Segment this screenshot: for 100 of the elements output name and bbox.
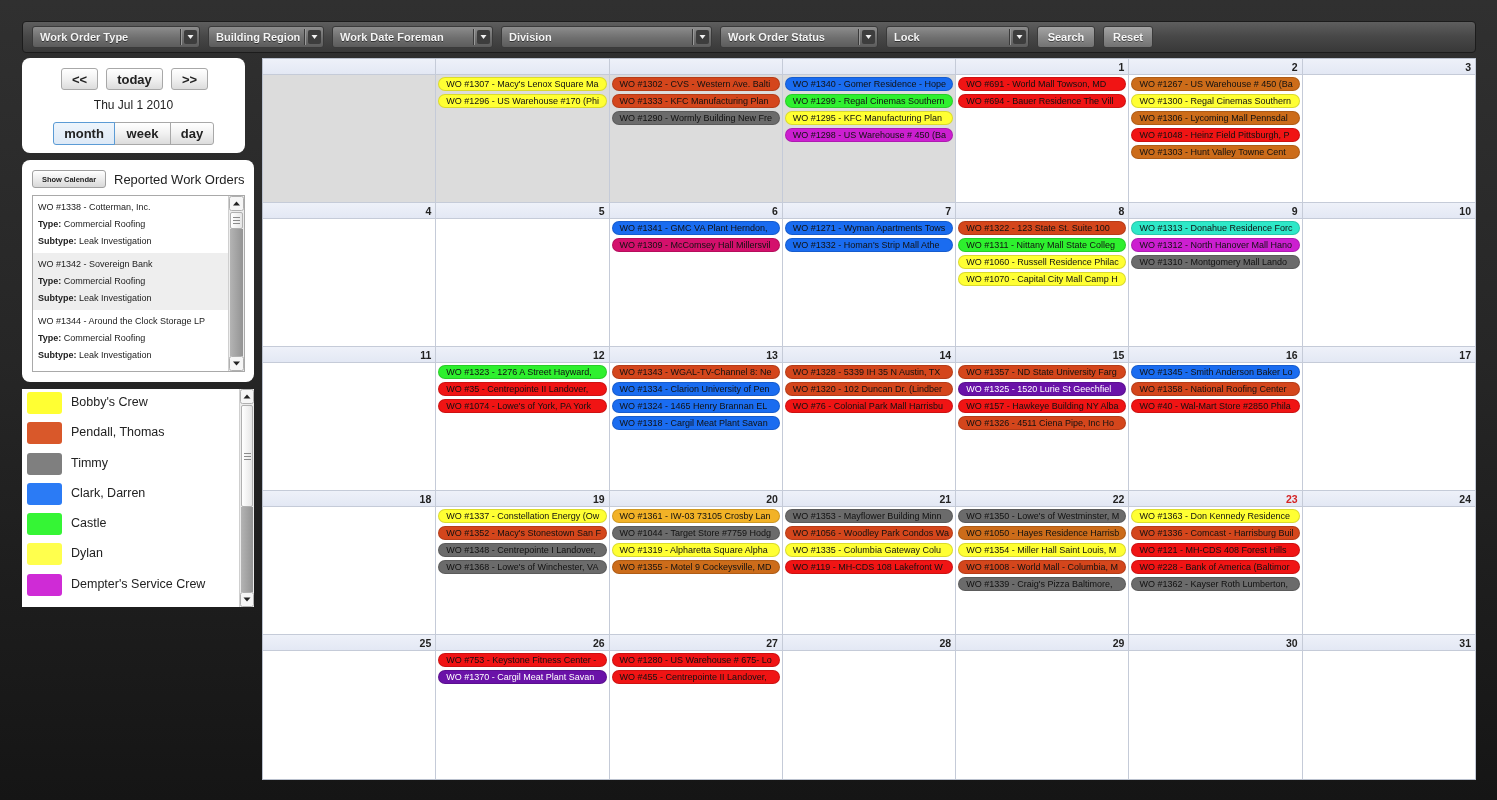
- calendar-event[interactable]: WO #753 - Keystone Fitness Center -: [438, 653, 607, 667]
- calendar-event[interactable]: WO #1312 - North Hanover Mall Hano: [1131, 238, 1300, 252]
- calendar-event[interactable]: WO #1060 - Russell Residence Philac: [958, 255, 1127, 269]
- today-button[interactable]: today: [106, 68, 163, 90]
- calendar-event[interactable]: WO #1324 - 1465 Henry Brannan EL: [611, 399, 780, 413]
- calendar-event[interactable]: WO #1280 - US Warehouse # 675- Lo: [611, 653, 780, 667]
- calendar-event[interactable]: WO #1333 - KFC Manufacturing Plan: [611, 94, 780, 108]
- calendar-event[interactable]: WO #694 - Bauer Residence The Vill: [958, 94, 1127, 108]
- caret-down-icon: [180, 29, 197, 45]
- calendar-event[interactable]: WO #1074 - Lowe's of York, PA York: [438, 399, 607, 413]
- filter-dropdown[interactable]: Work Date Foreman: [332, 26, 493, 48]
- calendar-event[interactable]: WO #691 - World Mall Towson, MD: [958, 77, 1127, 91]
- view-tab[interactable]: month: [53, 122, 115, 145]
- calendar-event[interactable]: WO #1056 - Woodley Park Condos Wa: [784, 526, 954, 540]
- calendar-event[interactable]: WO #1341 - GMC VA Plant Herndon,: [611, 221, 780, 235]
- calendar-event[interactable]: WO #1050 - Hayes Residence Harrisb: [958, 526, 1127, 540]
- scrollbar-thumb[interactable]: [230, 212, 243, 229]
- calendar-event[interactable]: WO #1300 - Regal Cinemas Southern: [1131, 94, 1300, 108]
- calendar-event[interactable]: WO #1363 - Don Kennedy Residence: [1131, 509, 1300, 523]
- calendar-event[interactable]: WO #1044 - Target Store #7759 Hodg: [611, 526, 780, 540]
- calendar-event[interactable]: WO #1320 - 102 Duncan Dr. (Lindber: [784, 382, 954, 396]
- caret-down-icon: [1009, 29, 1026, 45]
- next-button[interactable]: >>: [171, 68, 208, 90]
- date-number: 16: [1286, 348, 1298, 361]
- calendar-event[interactable]: WO #1309 - McComsey Hall Millersvil: [611, 238, 780, 252]
- view-tab[interactable]: week: [114, 122, 171, 145]
- calendar-event[interactable]: WO #1267 - US Warehouse # 450 (Ba: [1131, 77, 1300, 91]
- calendar-event[interactable]: WO #1332 - Homan's Strip Mall Athe: [784, 238, 954, 252]
- calendar-event[interactable]: WO #1368 - Lowe's of Winchester, VA: [438, 560, 607, 574]
- calendar-event[interactable]: WO #1339 - Craig's Pizza Baltimore,: [958, 577, 1127, 591]
- calendar-event[interactable]: WO #119 - MH-CDS 108 Lakefront W: [784, 560, 954, 574]
- scrollbar[interactable]: [228, 196, 244, 371]
- calendar-event[interactable]: WO #1328 - 5339 IH 35 N Austin, TX: [784, 365, 954, 379]
- calendar-event[interactable]: WO #1271 - Wyman Apartments Tows: [784, 221, 954, 235]
- filter-dropdown[interactable]: Work Order Status: [720, 26, 878, 48]
- calendar-event[interactable]: WO #1311 - Nittany Mall State Colleg: [958, 238, 1127, 252]
- calendar-event[interactable]: WO #1290 - Wormly Building New Fre: [611, 111, 780, 125]
- scrollbar[interactable]: [239, 389, 254, 607]
- calendar-event[interactable]: WO #40 - Wal-Mart Store #2850 Phila: [1131, 399, 1300, 413]
- work-order-item[interactable]: WO #1342 - Sovereign Bank Type: Commercial Roofing Subtype: Leak Investigation: [33, 253, 228, 310]
- calendar-event[interactable]: WO #1336 - Comcast - Harrisburg Buil: [1131, 526, 1300, 540]
- calendar-event[interactable]: WO #1335 - Columbia Gateway Colu: [784, 543, 954, 557]
- scrollbar-thumb[interactable]: [241, 405, 253, 507]
- calendar-event[interactable]: WO #76 - Colonial Park Mall Harrisbu: [784, 399, 954, 413]
- calendar-event[interactable]: WO #1298 - US Warehouse # 450 (Ba: [784, 128, 954, 142]
- calendar-event[interactable]: WO #1348 - Centrepointe I Landover,: [438, 543, 607, 557]
- calendar-event[interactable]: WO #1313 - Donahue Residence Forc: [1131, 221, 1300, 235]
- calendar-event[interactable]: WO #1296 - US Warehouse #170 (Phi: [438, 94, 607, 108]
- previous-button[interactable]: <<: [61, 68, 98, 90]
- calendar-event[interactable]: WO #121 - MH-CDS 408 Forest Hills: [1131, 543, 1300, 557]
- calendar-event[interactable]: WO #1326 - 4511 Ciena Pipe, Inc Ho: [958, 416, 1127, 430]
- date-number: 4: [425, 204, 432, 217]
- calendar-event[interactable]: WO #1318 - Cargil Meat Plant Savan: [611, 416, 780, 430]
- reset-button[interactable]: Reset: [1103, 26, 1153, 48]
- calendar-event[interactable]: WO #1322 - 123 State St. Suite 100: [958, 221, 1127, 235]
- calendar-event[interactable]: WO #455 - Centrepointe II Landover,: [611, 670, 780, 684]
- calendar-event[interactable]: WO #1306 - Lycoming Mall Pennsdal: [1131, 111, 1300, 125]
- calendar-event[interactable]: WO #1345 - Smith Anderson Baker Lo: [1131, 365, 1300, 379]
- calendar-event[interactable]: WO #1350 - Lowe's of Westminster, M: [958, 509, 1127, 523]
- filter-dropdown[interactable]: Building Region: [208, 26, 324, 48]
- calendar-event[interactable]: WO #1070 - Capital City Mall Camp H: [958, 272, 1127, 286]
- calendar-event[interactable]: WO #1362 - Kayser Roth Lumberton,: [1131, 577, 1300, 591]
- calendar-event[interactable]: WO #1337 - Constellation Energy (Ow: [438, 509, 607, 523]
- calendar-event[interactable]: WO #1048 - Heinz Field Pittsburgh, P: [1131, 128, 1300, 142]
- calendar-event[interactable]: WO #1310 - Montgomery Mall Lando: [1131, 255, 1300, 269]
- calendar-event[interactable]: WO #1325 - 1520 Lurie St Geechfiel: [958, 382, 1127, 396]
- calendar-event[interactable]: WO #1307 - Macy's Lenox Square Ma: [438, 77, 607, 91]
- calendar-event[interactable]: WO #35 - Centrepointe II Landover,: [438, 382, 607, 396]
- search-button[interactable]: Search: [1037, 26, 1095, 48]
- work-order-subtype: Subtype: Leak Investigation: [38, 292, 152, 305]
- calendar-event[interactable]: WO #1340 - Gomer Residence - Hope: [784, 77, 954, 91]
- calendar-event[interactable]: WO #1295 - KFC Manufacturing Plan: [784, 111, 954, 125]
- calendar-event[interactable]: WO #1299 - Regal Cinemas Southern: [784, 94, 954, 108]
- calendar-event[interactable]: WO #1343 - WGAL-TV-Channel 8: Ne: [611, 365, 780, 379]
- calendar-event[interactable]: WO #1370 - Cargil Meat Plant Savan: [438, 670, 607, 684]
- calendar-event[interactable]: WO #228 - Bank of America (Baltimor: [1131, 560, 1300, 574]
- grip-icon: [243, 452, 251, 460]
- calendar-event[interactable]: WO #1323 - 1276 A Street Hayward,: [438, 365, 607, 379]
- calendar-event[interactable]: WO #1302 - CVS - Western Ave. Balti: [611, 77, 780, 91]
- calendar-event[interactable]: WO #1352 - Macy's Stonestown San F: [438, 526, 607, 540]
- date-number: 23: [1286, 492, 1298, 505]
- date-number: 18: [419, 492, 432, 505]
- filter-dropdown[interactable]: Work Order Type: [32, 26, 200, 48]
- calendar-event[interactable]: WO #1358 - National Roofing Center: [1131, 382, 1300, 396]
- filter-dropdown[interactable]: Lock: [886, 26, 1029, 48]
- calendar-event[interactable]: WO #1008 - World Mall - Columbia, M: [958, 560, 1127, 574]
- calendar-event[interactable]: WO #1353 - Mayflower Building Minn: [784, 509, 954, 523]
- filter-dropdown[interactable]: Division: [501, 26, 712, 48]
- current-date: Thu Jul 1 2010: [93, 98, 174, 112]
- legend-label: Dempter's Service Crew: [71, 575, 206, 592]
- calendar-event[interactable]: WO #1319 - Alpharetta Square Alpha: [611, 543, 780, 557]
- calendar-event[interactable]: WO #157 - Hawkeye Building NY Alba: [958, 399, 1127, 413]
- calendar-event[interactable]: WO #1303 - Hunt Valley Towne Cent: [1131, 145, 1300, 159]
- calendar-event[interactable]: WO #1355 - Motel 9 Cockeysville, MD: [611, 560, 780, 574]
- view-tab[interactable]: day: [170, 122, 214, 145]
- calendar-event[interactable]: WO #1357 - ND State University Farg: [958, 365, 1127, 379]
- calendar-event[interactable]: WO #1334 - Clarion University of Pen: [611, 382, 780, 396]
- calendar-event[interactable]: WO #1354 - Miller Hall Saint Louis, M: [958, 543, 1127, 557]
- legend-label: Pendall, Thomas: [71, 424, 165, 441]
- calendar-event[interactable]: WO #1361 - IW-03 73105 Crosby Lan: [611, 509, 780, 523]
